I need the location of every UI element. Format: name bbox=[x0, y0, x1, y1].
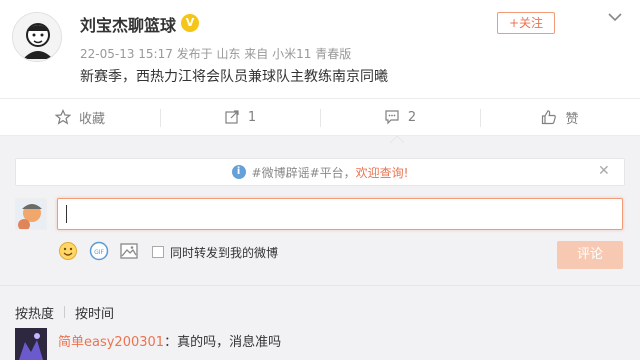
verified-badge: V bbox=[181, 14, 199, 32]
action-bar: 收藏 1 2 赞 bbox=[0, 98, 640, 136]
text-cursor bbox=[66, 205, 67, 223]
weibo-post-card: 刘宝杰聊篮球 V 22-05-13 15:17 发布于 山东 来自 小米11 青… bbox=[0, 0, 640, 360]
repost-button[interactable]: 1 bbox=[160, 99, 320, 135]
comment-input[interactable] bbox=[57, 198, 623, 230]
favorite-icon bbox=[54, 109, 72, 125]
like-icon bbox=[541, 109, 557, 125]
comment-text: ：真的吗，消息准吗 bbox=[164, 335, 282, 350]
repost-count: 1 bbox=[247, 109, 257, 125]
commenter-name[interactable]: 简单easy200301 bbox=[58, 335, 164, 350]
close-icon[interactable]: ✕ bbox=[598, 163, 610, 179]
caret-pointer bbox=[390, 135, 404, 143]
submit-comment-button[interactable]: 评论 bbox=[557, 241, 623, 269]
author-avatar[interactable] bbox=[12, 12, 62, 62]
repost-icon bbox=[224, 109, 240, 125]
post-meta: 22-05-13 15:17 发布于 山东 来自 小米11 青春版 bbox=[80, 47, 352, 61]
repost-checkbox-label[interactable]: 同时转发到我的微博 bbox=[170, 244, 278, 261]
comment-button[interactable]: 2 bbox=[320, 99, 480, 135]
more-icon[interactable] bbox=[604, 10, 626, 28]
sort-by-hot[interactable]: 按热度 bbox=[15, 303, 54, 322]
favorite-label: 收藏 bbox=[78, 111, 105, 127]
image-icon[interactable] bbox=[119, 241, 139, 261]
section-divider bbox=[0, 285, 640, 286]
notice-link[interactable]: 欢迎查询! bbox=[356, 164, 409, 181]
author-name[interactable]: 刘宝杰聊篮球 bbox=[80, 12, 176, 36]
sort-by-time[interactable]: 按时间 bbox=[75, 303, 114, 322]
post-text: 新赛季，西热力江将会队员兼球队主教练南京同曦 bbox=[80, 69, 388, 85]
comment-icon bbox=[384, 109, 400, 125]
like-label: 赞 bbox=[565, 111, 579, 127]
comment-item: 简单easy200301：真的吗，消息准吗 bbox=[58, 331, 281, 350]
notice-text: #微博辟谣#平台， bbox=[251, 165, 356, 180]
svg-text:GIF: GIF bbox=[94, 249, 104, 256]
rumor-notice: i #微博辟谣#平台， 欢迎查询! bbox=[15, 158, 625, 186]
user-avatar bbox=[15, 198, 47, 230]
repost-checkbox[interactable] bbox=[152, 246, 164, 258]
like-button[interactable]: 赞 bbox=[480, 99, 640, 135]
emoji-icon[interactable] bbox=[58, 241, 78, 261]
info-icon: i bbox=[231, 165, 246, 179]
favorite-button[interactable]: 收藏 bbox=[0, 99, 160, 135]
commenter-avatar[interactable] bbox=[15, 328, 47, 360]
comment-count: 2 bbox=[407, 109, 417, 125]
gif-icon[interactable]: GIF bbox=[89, 241, 109, 261]
follow-button[interactable]: +关注 bbox=[497, 12, 555, 34]
sort-divider bbox=[64, 306, 65, 318]
